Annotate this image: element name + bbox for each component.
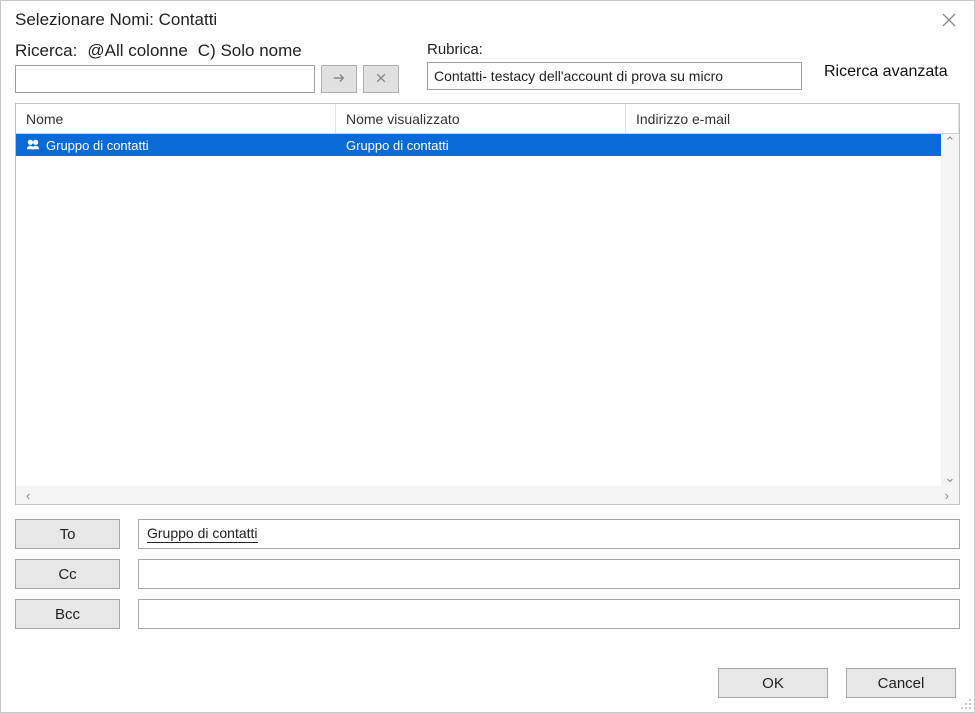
to-field[interactable]: Gruppo di contatti — [138, 519, 960, 549]
chevron-right-icon: › — [945, 488, 949, 503]
close-button[interactable] — [938, 9, 960, 31]
x-icon — [375, 72, 387, 87]
contact-group-icon — [26, 137, 40, 154]
search-controls — [15, 65, 399, 93]
bcc-field[interactable] — [138, 599, 960, 629]
search-mode-labels: Ricerca: @All colonne C) Solo nome — [15, 41, 399, 61]
list-body[interactable]: Gruppo di contatti Gruppo di contatti — [16, 134, 959, 486]
search-input[interactable] — [15, 65, 315, 93]
cc-button[interactable]: Cc — [15, 559, 120, 589]
search-label: Ricerca: — [15, 41, 77, 61]
chevron-left-icon: ‹ — [26, 488, 30, 503]
resize-grip-icon[interactable] — [960, 698, 972, 710]
column-header-display-name[interactable]: Nome visualizzato — [336, 104, 626, 133]
to-row: To Gruppo di contatti — [15, 519, 960, 549]
bcc-button[interactable]: Bcc — [15, 599, 120, 629]
search-block: Ricerca: @All colonne C) Solo nome — [15, 41, 399, 93]
dialog-title: Selezionare Nomi: Contatti — [15, 10, 217, 30]
clear-search-button[interactable] — [363, 65, 399, 93]
search-row: Ricerca: @All colonne C) Solo nome — [1, 41, 974, 99]
cancel-button[interactable]: Cancel — [846, 668, 956, 698]
cc-row: Cc — [15, 559, 960, 589]
bcc-row: Bcc — [15, 599, 960, 629]
address-book-label: Rubrica: — [427, 41, 802, 58]
search-option-all-columns[interactable]: @All colonne — [87, 41, 187, 61]
column-header-name[interactable]: Nome — [16, 104, 336, 133]
chevron-down-icon: ⌄ — [945, 470, 956, 486]
ok-button[interactable]: OK — [718, 668, 828, 698]
horizontal-scrollbar[interactable]: ‹ › — [16, 486, 959, 504]
title-bar: Selezionare Nomi: Contatti — [1, 1, 974, 41]
dialog-footer: OK Cancel — [1, 652, 974, 712]
column-header-email[interactable]: Indirizzo e-mail — [626, 104, 959, 133]
arrow-right-icon — [332, 71, 346, 88]
cc-field[interactable] — [138, 559, 960, 589]
select-names-dialog: Selezionare Nomi: Contatti Ricerca: @All… — [0, 0, 975, 713]
address-book-select[interactable] — [427, 62, 802, 90]
chevron-up-icon: ⌃ — [945, 134, 956, 150]
to-button[interactable]: To — [15, 519, 120, 549]
recipient-fields: To Gruppo di contatti Cc Bcc — [15, 519, 960, 629]
cell-display-name: Gruppo di contatti — [336, 138, 626, 153]
to-value: Gruppo di contatti — [147, 525, 258, 543]
go-button[interactable] — [321, 65, 357, 93]
contacts-list: Nome Nome visualizzato Indirizzo e-mail … — [15, 103, 960, 505]
search-option-name-only[interactable]: C) Solo nome — [198, 41, 302, 61]
cell-name: Gruppo di contatti — [46, 138, 149, 153]
advanced-search-link[interactable]: Ricerca avanzata — [824, 63, 948, 81]
list-row[interactable]: Gruppo di contatti Gruppo di contatti — [16, 134, 959, 156]
column-headers: Nome Nome visualizzato Indirizzo e-mail — [16, 104, 959, 134]
address-book-block: Rubrica: — [427, 41, 802, 90]
vertical-scrollbar[interactable]: ⌃ ⌄ — [941, 134, 959, 486]
